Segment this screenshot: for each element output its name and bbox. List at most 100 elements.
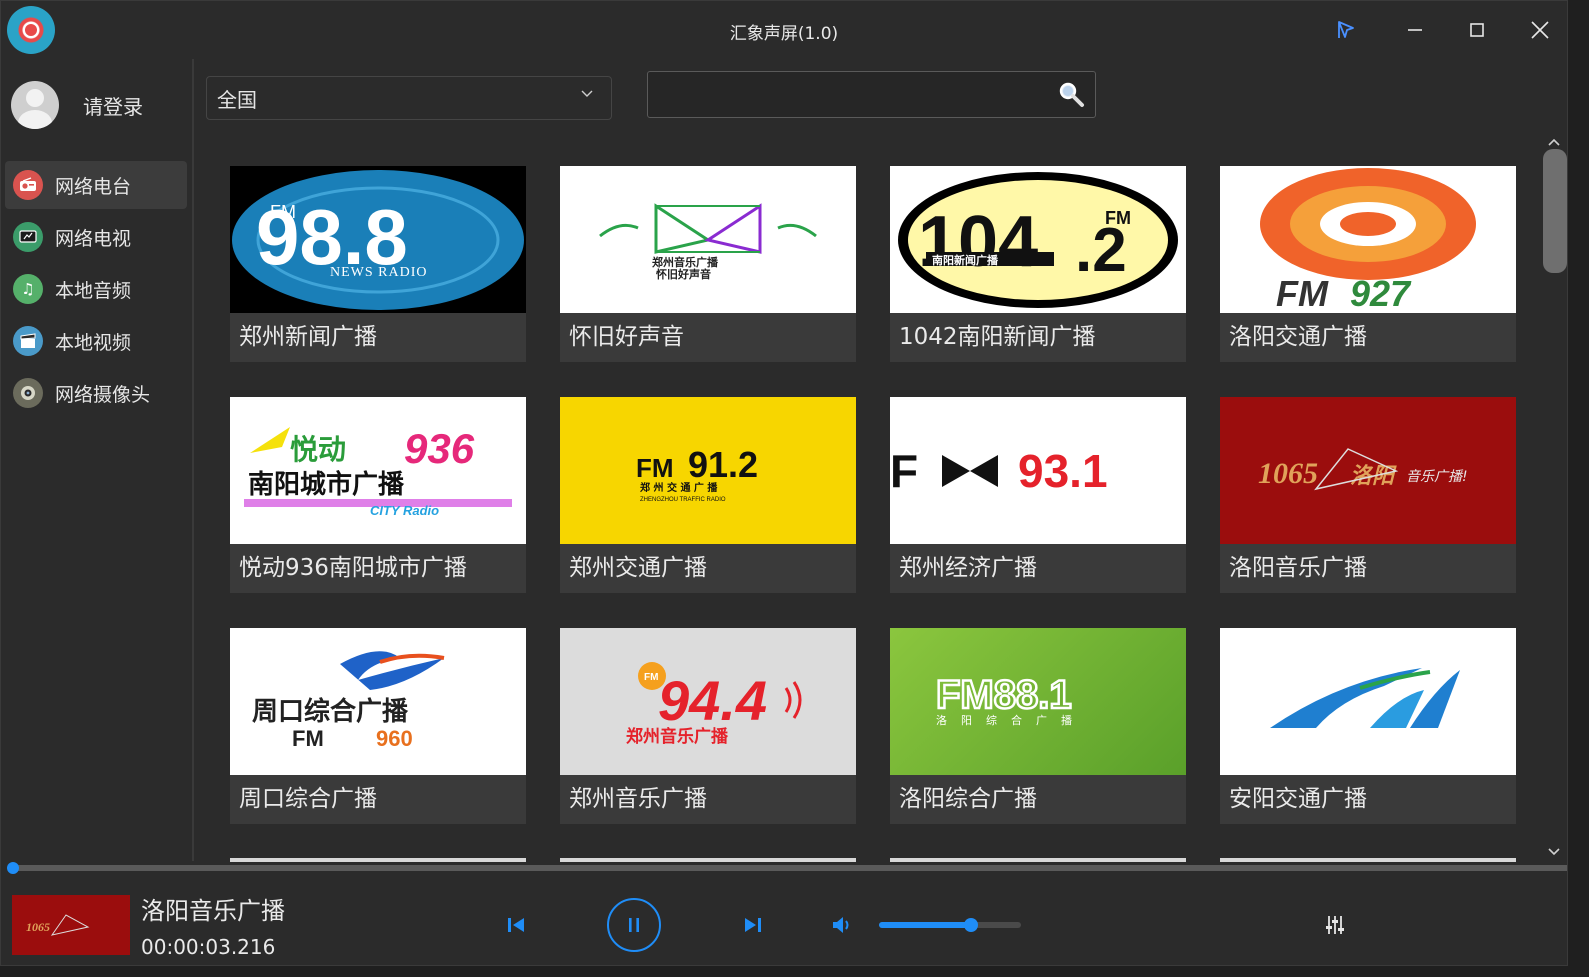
station-name: 安阳交通广播	[1220, 775, 1516, 824]
tv-icon	[13, 222, 43, 252]
login-label[interactable]: 请登录	[83, 91, 143, 120]
station-card-partial[interactable]	[230, 858, 526, 862]
svg-text:音乐广播!: 音乐广播!	[1406, 469, 1468, 485]
svg-text:CITY Radio: CITY Radio	[370, 503, 439, 518]
sidebar-item-label: 网络电视	[55, 227, 132, 250]
svg-text:1065: 1065	[26, 920, 50, 934]
region-select-value: 全国	[217, 87, 257, 112]
playback-progress-bar[interactable]	[7, 862, 1567, 874]
avatar[interactable]	[11, 81, 59, 129]
station-card[interactable]: 104 .2 FM 南阳新闻广播 1042南阳新闻广播	[890, 166, 1186, 362]
sidebar-nav: 网络电台 网络电视 ♫ 本地音频 本地视频 网络摄像头	[5, 161, 187, 421]
station-card[interactable]: 郑州音乐广播 怀旧好声音 怀旧好声音	[560, 166, 856, 362]
station-card-partial[interactable]	[1220, 858, 1516, 862]
svg-text:FM: FM	[1105, 208, 1131, 228]
radio-icon	[13, 170, 43, 200]
sidebar-item-label: 网络电台	[55, 175, 132, 198]
pause-icon	[629, 918, 639, 932]
search-input[interactable]	[647, 71, 1096, 118]
skip-next-icon	[745, 918, 761, 932]
search-icon[interactable]	[1057, 80, 1085, 108]
pause-button[interactable]	[607, 898, 661, 952]
minimize-icon	[1408, 29, 1422, 31]
volume-handle[interactable]	[964, 918, 979, 932]
scrollbar-thumb[interactable]	[1543, 149, 1567, 273]
svg-text:悦动: 悦动	[290, 433, 346, 466]
pin-icon	[1338, 21, 1354, 38]
svg-text:F: F	[890, 445, 918, 497]
volume-slider[interactable]	[879, 918, 1021, 932]
sidebar-item-label: 网络摄像头	[55, 383, 151, 406]
station-grid: FM 98.8 NEWS RADIO 郑州新闻广播 郑州音乐广播 怀旧好声音 怀…	[230, 166, 1520, 862]
sidebar-item-label: 本地音频	[55, 279, 132, 302]
previous-button[interactable]	[501, 910, 531, 940]
sidebar-item-network-tv[interactable]: 网络电视	[5, 213, 187, 261]
next-button[interactable]	[738, 910, 768, 940]
region-select[interactable]: 全国	[206, 76, 612, 120]
sidebar: 请登录 网络电台 网络电视 ♫ 本地音频 本地视频 网络摄像头	[1, 59, 194, 861]
svg-text:ZHENGZHOU TRAFFIC RADIO: ZHENGZHOU TRAFFIC RADIO	[640, 497, 726, 503]
svg-text:927: 927	[1350, 273, 1412, 313]
station-card[interactable]: 悦动 936 南阳城市广播 CITY Radio 悦动936南阳城市广播	[230, 397, 526, 593]
station-logo	[1220, 628, 1516, 775]
station-card[interactable]: FM 927 洛阳交通广播	[1220, 166, 1516, 362]
station-card[interactable]: FM 98.8 NEWS RADIO 郑州新闻广播	[230, 166, 526, 362]
volume-icon	[833, 917, 849, 933]
close-icon	[1531, 21, 1549, 39]
vertical-scrollbar[interactable]	[1541, 135, 1567, 861]
sidebar-item-label: 本地视频	[55, 331, 132, 354]
station-card[interactable]: FM 94.4 郑州音乐广播 郑州音乐广播	[560, 628, 856, 824]
equalizer-button[interactable]	[1320, 910, 1350, 940]
station-name: 郑州音乐广播	[560, 775, 856, 824]
svg-text:104: 104	[918, 202, 1038, 282]
station-logo: FM 94.4 郑州音乐广播	[560, 628, 856, 775]
station-name: 洛阳综合广播	[890, 775, 1186, 824]
user-login[interactable]: 请登录	[11, 81, 143, 129]
svg-text:FM88.1: FM88.1	[936, 673, 1072, 717]
station-name: 悦动936南阳城市广播	[230, 544, 526, 593]
station-card[interactable]: 安阳交通广播	[1220, 628, 1516, 824]
sidebar-item-local-video[interactable]: 本地视频	[5, 317, 187, 365]
elapsed-time: 00:00:03.216	[141, 935, 276, 959]
svg-text:FM: FM	[636, 453, 674, 483]
station-logo: F 93.1	[890, 397, 1186, 544]
svg-text:91.2: 91.2	[688, 444, 758, 485]
svg-text:936: 936	[404, 425, 475, 472]
sidebar-item-network-radio[interactable]: 网络电台	[5, 161, 187, 209]
svg-text:FM: FM	[644, 672, 658, 683]
clapperboard-icon	[13, 326, 43, 356]
svg-text:南阳城市广播: 南阳城市广播	[248, 469, 405, 500]
station-card[interactable]: FM88.1 洛阳综合广播 洛阳综合广播	[890, 628, 1186, 824]
progress-handle[interactable]	[7, 862, 19, 874]
station-name: 周口综合广播	[230, 775, 526, 824]
station-card-partial[interactable]	[890, 858, 1186, 862]
station-name: 郑州交通广播	[560, 544, 856, 593]
svg-text:郑 州 交 通 广 播: 郑 州 交 通 广 播	[640, 481, 718, 494]
station-logo: FM 98.8 NEWS RADIO	[230, 166, 526, 313]
sidebar-item-webcam[interactable]: 网络摄像头	[5, 369, 187, 417]
close-button[interactable]	[1525, 15, 1555, 45]
station-card[interactable]: FM 91.2 郑 州 交 通 广 播 ZHENGZHOU TRAFFIC RA…	[560, 397, 856, 593]
svg-text:FM: FM	[1276, 273, 1329, 313]
station-name: 1042南阳新闻广播	[890, 313, 1186, 362]
scroll-down-icon[interactable]	[1548, 845, 1560, 861]
station-logo: FM 927	[1220, 166, 1516, 313]
skip-previous-icon	[508, 918, 524, 932]
volume-button[interactable]	[827, 910, 857, 940]
music-note-icon: ♫	[13, 274, 43, 304]
station-card[interactable]: 1065 洛阳 音乐广播! 洛阳音乐广播	[1220, 397, 1516, 593]
station-name: 洛阳交通广播	[1220, 313, 1516, 362]
station-card[interactable]: F 93.1 郑州经济广播	[890, 397, 1186, 593]
pin-button[interactable]	[1331, 15, 1361, 45]
station-logo: FM 91.2 郑 州 交 通 广 播 ZHENGZHOU TRAFFIC RA…	[560, 397, 856, 544]
maximize-button[interactable]	[1462, 15, 1492, 45]
station-logo: 郑州音乐广播 怀旧好声音	[560, 166, 856, 313]
station-name: 怀旧好声音	[560, 313, 856, 362]
station-card-partial[interactable]	[560, 858, 856, 862]
station-logo: 1065 洛阳 音乐广播!	[1220, 397, 1516, 544]
now-playing-cover: 1065	[12, 895, 130, 955]
station-card[interactable]: 周口综合广播 FM 960 周口综合广播	[230, 628, 526, 824]
station-logo: FM88.1 洛阳综合广播	[890, 628, 1186, 775]
minimize-button[interactable]	[1400, 15, 1430, 45]
sidebar-item-local-audio[interactable]: ♫ 本地音频	[5, 265, 187, 313]
